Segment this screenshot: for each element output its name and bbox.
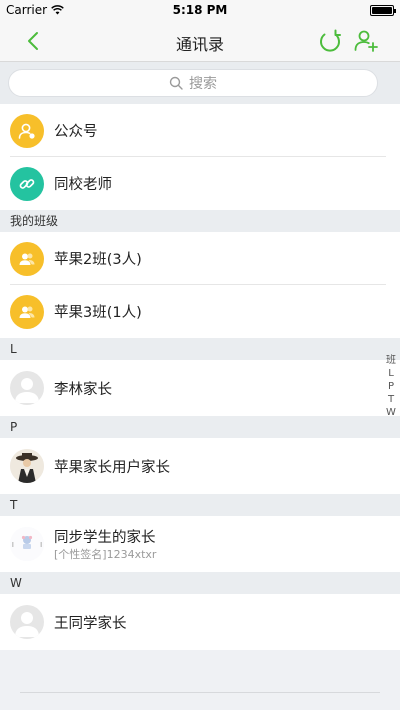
index-entry[interactable]: L (384, 367, 398, 380)
index-entry[interactable]: 班 (384, 354, 398, 367)
list-item-school-teachers[interactable]: 同校老师 (0, 157, 400, 210)
section-header-my-classes: 我的班级 (0, 210, 400, 232)
user-photo-avatar (10, 527, 44, 561)
bottom-divider (20, 692, 380, 693)
contact-name: 苹果家长用户家长 (54, 459, 170, 476)
search-icon (169, 76, 183, 90)
list-item-contact[interactable]: 李林家长 (0, 360, 400, 416)
list-item-label: 同校老师 (54, 177, 112, 193)
link-icon (10, 166, 44, 201)
contact-name: 同步学生的家长 (54, 530, 156, 546)
list-item-contact[interactable]: 同步学生的家长 [个性签名]1234xtxr (0, 516, 400, 572)
section-header-T: T (0, 494, 400, 516)
contact-signature: [个性签名]1234xtxr (54, 548, 157, 561)
battery-icon (370, 5, 396, 16)
group-icon (10, 294, 44, 329)
status-bar: Carrier 5:18 PM (0, 0, 400, 20)
default-avatar-icon (10, 371, 44, 405)
add-contact-icon[interactable] (352, 27, 380, 55)
list-item-contact[interactable]: 苹果家长用户家长 (0, 438, 400, 494)
section-header-L: L (0, 338, 400, 360)
list-item-official-accounts[interactable]: 公众号 (0, 104, 400, 157)
search-area: 搜索 (0, 62, 400, 104)
section-header-W: W (0, 572, 400, 594)
official-account-icon (10, 113, 44, 148)
alphabet-index[interactable]: 班 L P T W (384, 354, 398, 419)
status-time: 5:18 PM (172, 3, 228, 17)
search-placeholder: 搜索 (189, 76, 217, 92)
search-input[interactable]: 搜索 (8, 69, 378, 97)
index-entry[interactable]: T (384, 393, 398, 406)
default-avatar-icon (10, 605, 44, 639)
index-entry[interactable]: P (384, 380, 398, 393)
refresh-icon[interactable] (316, 27, 344, 55)
user-photo-avatar (10, 449, 44, 483)
list-item-class[interactable]: 苹果3班(1人) (0, 285, 400, 338)
list-item-label: 苹果2班(3人) (54, 252, 142, 268)
contact-name: 李林家长 (54, 381, 112, 398)
list-item-class[interactable]: 苹果2班(3人) (0, 232, 400, 285)
list-item-label: 公众号 (54, 124, 98, 140)
list-item-contact[interactable]: 王同学家长 (0, 594, 400, 650)
list-item-label: 苹果3班(1人) (54, 305, 142, 321)
index-entry[interactable]: W (384, 406, 398, 419)
navigation-bar: 通讯录 (0, 20, 400, 62)
contact-name: 王同学家长 (54, 615, 127, 632)
group-icon (10, 241, 44, 276)
section-header-P: P (0, 416, 400, 438)
contact-list: 公众号 同校老师 我的班级 苹果2班(3人) 苹果3班(1人) L 李林家长 P… (0, 104, 400, 650)
